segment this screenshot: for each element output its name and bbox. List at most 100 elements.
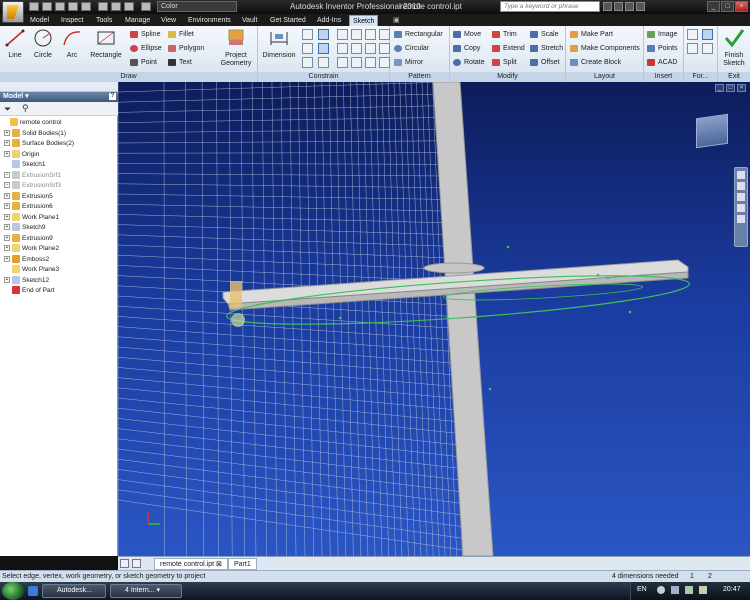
circular-pattern-button[interactable]: Circular bbox=[394, 42, 429, 55]
text-button[interactable]: Text bbox=[168, 56, 192, 69]
constraint-settings-icon[interactable] bbox=[302, 43, 313, 54]
expand-icon[interactable]: + bbox=[4, 245, 10, 252]
binoculars-icon[interactable] bbox=[603, 2, 612, 11]
scale-button[interactable]: Scale bbox=[530, 28, 559, 41]
concentric-icon[interactable] bbox=[365, 43, 376, 54]
tray-shield-icon[interactable] bbox=[657, 586, 665, 594]
tree-node[interactable]: + Solid Bodies(1) bbox=[4, 128, 66, 139]
viewport-close-button[interactable]: × bbox=[737, 84, 746, 92]
update-icon[interactable] bbox=[111, 2, 121, 11]
acad-button[interactable]: ACAD bbox=[647, 56, 677, 69]
tab-environments[interactable]: Environments bbox=[185, 15, 234, 26]
expand-icon[interactable]: + bbox=[4, 276, 10, 283]
rotate-button[interactable]: Rotate bbox=[453, 56, 485, 69]
lock-icon[interactable] bbox=[379, 29, 390, 40]
tangent-icon[interactable] bbox=[365, 29, 376, 40]
close-button[interactable]: × bbox=[735, 1, 748, 12]
extend-button[interactable]: Extend bbox=[492, 42, 525, 55]
new-icon[interactable] bbox=[29, 2, 39, 11]
show-desktop-icon[interactable] bbox=[28, 586, 38, 596]
viewport-minimize-button[interactable]: _ bbox=[715, 84, 724, 92]
spline-button[interactable]: Spline bbox=[130, 28, 160, 41]
expand-icon[interactable]: + bbox=[4, 129, 10, 136]
tab-close-icon[interactable]: ⊠ bbox=[216, 561, 222, 568]
fillet-button[interactable]: Fillet bbox=[168, 28, 194, 41]
open-icon[interactable] bbox=[42, 2, 52, 11]
parallel-icon[interactable] bbox=[351, 29, 362, 40]
tab-inspect[interactable]: Inspect bbox=[58, 15, 87, 26]
taskbar-internet-button[interactable]: 4 Intern... ▾ bbox=[110, 584, 182, 598]
rectangle-button[interactable]: Rectangle bbox=[88, 28, 124, 60]
browser-header[interactable]: Model ▾ ? bbox=[0, 92, 118, 102]
color-dropdown[interactable]: Color bbox=[157, 1, 237, 12]
measure-icon[interactable] bbox=[124, 2, 134, 11]
tab-tools[interactable]: Tools bbox=[93, 15, 115, 26]
tree-node[interactable]: + Sketch9 bbox=[4, 223, 46, 233]
smooth-icon[interactable] bbox=[365, 57, 376, 68]
centerline-icon[interactable] bbox=[702, 29, 713, 40]
cascade-windows-icon[interactable] bbox=[132, 559, 141, 568]
pan-icon[interactable] bbox=[737, 171, 745, 179]
tree-node[interactable]: + Extrusion9 bbox=[4, 233, 53, 244]
tray-network-icon[interactable] bbox=[671, 586, 679, 594]
create-block-button[interactable]: Create Block bbox=[570, 56, 621, 69]
expand-icon[interactable]: + bbox=[4, 171, 10, 178]
tree-node[interactable]: +End of Part bbox=[4, 286, 55, 296]
arc-button[interactable]: Arc bbox=[60, 28, 84, 60]
undo-icon[interactable] bbox=[68, 2, 78, 11]
perpendicular-icon[interactable] bbox=[337, 29, 348, 40]
expand-icon[interactable]: + bbox=[4, 224, 10, 231]
points-button[interactable]: Points bbox=[647, 42, 677, 55]
expand-icon[interactable]: + bbox=[4, 213, 10, 220]
help-icon[interactable] bbox=[625, 2, 634, 11]
make-part-button[interactable]: Make Part bbox=[570, 28, 613, 41]
rectangular-pattern-button[interactable]: Rectangular bbox=[394, 28, 443, 41]
center-point-icon[interactable] bbox=[687, 43, 698, 54]
tab-view[interactable]: View bbox=[158, 15, 179, 26]
taskbar-autodesk-button[interactable]: Autodesk... bbox=[42, 584, 106, 598]
finish-sketch-button[interactable]: Finish Sketch bbox=[720, 28, 748, 68]
tab-vault[interactable]: Vault bbox=[239, 15, 260, 26]
redo-icon[interactable] bbox=[81, 2, 91, 11]
info-icon[interactable] bbox=[636, 2, 645, 11]
tree-node[interactable]: +Work Plane3 bbox=[4, 265, 59, 275]
find-icon[interactable]: ⚲ bbox=[22, 103, 29, 114]
start-button[interactable] bbox=[2, 582, 24, 600]
steering-wheel-icon[interactable] bbox=[737, 215, 745, 223]
orbit-icon[interactable] bbox=[737, 193, 745, 201]
collinear-icon[interactable] bbox=[351, 43, 362, 54]
language-indicator[interactable]: EN bbox=[637, 586, 647, 593]
tab-extra-icon[interactable]: ▣ bbox=[390, 15, 403, 26]
filter-icon[interactable]: ⏷ bbox=[4, 104, 11, 115]
graphics-viewport[interactable]: _ □ × bbox=[118, 82, 750, 556]
maximize-button[interactable]: □ bbox=[721, 1, 734, 12]
symmetric-icon[interactable] bbox=[379, 57, 390, 68]
stretch-button[interactable]: Stretch bbox=[530, 42, 563, 55]
tree-node[interactable]: + Work Plane2 bbox=[4, 244, 59, 254]
tree-node[interactable]: + Extrusion6 bbox=[4, 202, 53, 212]
image-button[interactable]: Image bbox=[647, 28, 677, 41]
show-all-icon[interactable] bbox=[318, 43, 329, 54]
browser-help-icon[interactable]: ? bbox=[109, 93, 116, 100]
tab-sketch[interactable]: Sketch bbox=[349, 15, 379, 26]
tab-get-started[interactable]: Get Started bbox=[267, 15, 309, 26]
dimension-button[interactable]: Dimension bbox=[261, 28, 297, 60]
coincident-icon[interactable] bbox=[337, 43, 348, 54]
ellipse-button[interactable]: Ellipse bbox=[130, 42, 162, 55]
mirror-button[interactable]: Mirror bbox=[394, 56, 423, 69]
tray-volume-icon[interactable] bbox=[685, 586, 693, 594]
tree-node[interactable]: + Extrusion5 bbox=[4, 191, 53, 202]
auto-dimension-icon[interactable] bbox=[302, 29, 313, 40]
expand-icon[interactable]: + bbox=[4, 234, 10, 241]
viewcube[interactable] bbox=[696, 113, 728, 149]
tree-node[interactable]: + ExtrusionSrf3 bbox=[4, 181, 61, 191]
tab-add-ins[interactable]: Add-Ins bbox=[314, 15, 344, 26]
expand-icon[interactable]: + bbox=[4, 203, 10, 210]
circle-button[interactable]: Circle bbox=[30, 28, 56, 60]
hide-all-icon[interactable] bbox=[302, 57, 313, 68]
zoom-icon[interactable] bbox=[737, 182, 745, 190]
move-button[interactable]: Move bbox=[453, 28, 481, 41]
clock[interactable]: 20:47 bbox=[723, 586, 741, 593]
show-constraints-icon[interactable] bbox=[318, 29, 329, 40]
viewport-restore-button[interactable]: □ bbox=[726, 84, 735, 92]
